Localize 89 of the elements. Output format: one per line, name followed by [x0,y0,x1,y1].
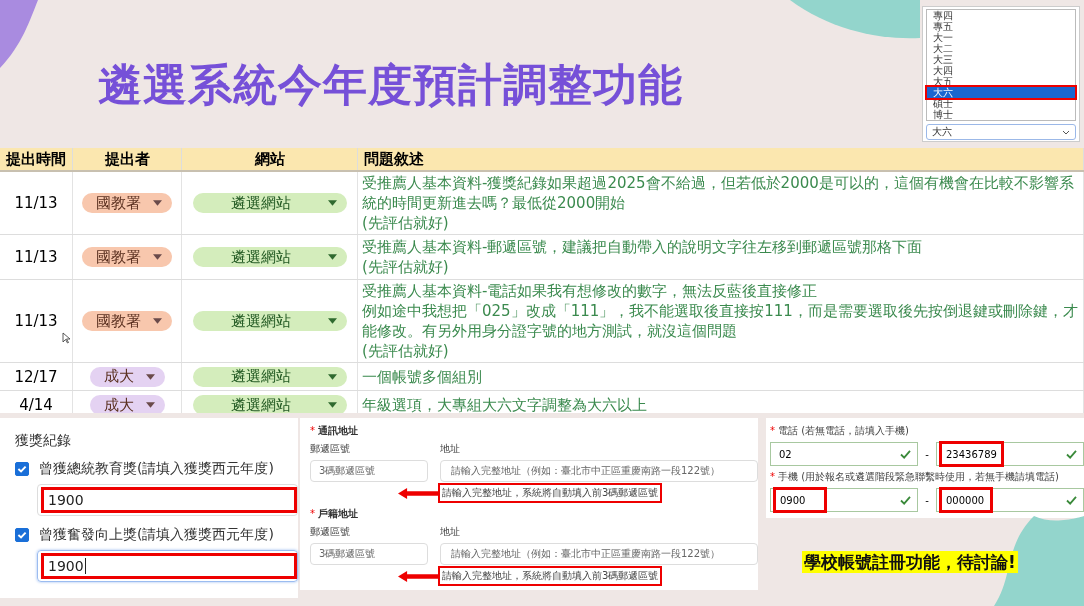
phone-input-field[interactable]: 0900 [770,488,918,512]
cursor-icon [62,332,70,344]
issue-description: 一個帳號多個組別 [362,366,482,387]
issue-description: 年級選項，大專組大六文字調整為大六以上 [362,395,647,413]
submitter-chip[interactable]: 國教署 [82,247,172,267]
arrow-icon [398,570,438,582]
separator: - [924,448,930,460]
checkbox[interactable] [15,528,29,542]
field-label: 電話 (若無電話，請填入手機) [778,425,909,436]
dropdown-option[interactable]: 大六 [927,87,1075,98]
column-header: 提出者 [73,148,182,170]
issue-description: 受推薦人基本資料-郵遞區號，建議把自動帶入的說明文字往左移到郵遞區號那格下面 [362,237,923,257]
submitter-chip[interactable]: 國教署 [82,193,172,213]
dropdown-icon [327,254,337,260]
submitter-chip[interactable]: 成大 [89,395,165,413]
checkbox-label: 曾獲奮發向上獎(請填入獲獎西元年度) [39,526,274,544]
required-mark: * [770,471,775,482]
checkbox[interactable] [15,462,29,476]
phone-input-field[interactable]: 23436789 [936,442,1084,466]
dropdown-icon [327,402,337,408]
dropdown-option[interactable]: 大四 [927,65,1075,76]
check-icon [1066,495,1077,505]
column-header: 提出時間 [0,148,73,170]
phone-input-field[interactable]: 02 [770,442,918,466]
dropdown-icon [145,373,155,380]
address-input-field[interactable]: 請輸入完整地址（例如：臺北市中正區重慶南路一段122號） [440,460,758,482]
field-label: 郵遞區號 [310,442,351,456]
issue-description: 受推薦人基本資料-電話如果我有想修改的數字，無法反藍後直接修正 [362,281,818,301]
chevron-icon [1062,129,1070,135]
field-label: 郵遞區號 [310,525,351,539]
date-cell: 12/17 [14,367,58,386]
check-icon [1066,449,1077,459]
year-input-field[interactable]: 1900 [37,550,298,582]
separator: - [924,494,930,506]
website-chip[interactable]: 遴選網站 [192,366,347,387]
hint-text: 請輸入完整地址，系統將自動填入前3碼郵遞區號 [438,483,663,503]
field-label: 地址 [440,442,460,456]
dropdown-icon [327,318,337,324]
issue-description: 例如途中我想把「025」改成「111」，我不能選取後直接按111，而是需要選取後先按倒退鍵或刪除鍵，才能修改。有另外用身分證字號的地方測試，就沒這個問題 [362,301,1079,341]
issue-description: (先評估就好) [362,213,449,233]
dropdown-option[interactable]: 專四 [927,10,1075,21]
checkbox-label: 曾獲總統教育獎(請填入獲獎西元年度) [39,460,274,478]
required-mark: * [770,425,775,436]
dropdown-icon [153,318,162,324]
date-cell: 11/13 [14,194,58,212]
field-label: 手機 (用於報名或遴選階段緊急聯繫時使用，若無手機請填電話) [778,471,1059,482]
check-icon [900,495,911,505]
website-chip[interactable]: 遴選網站 [192,311,347,331]
hint-text: 請輸入完整地址，系統將自動填入前3碼郵遞區號 [438,566,663,586]
required-mark: * [310,508,315,519]
dropdown-icon [327,373,337,380]
field-label: 地址 [440,525,460,539]
website-chip[interactable]: 遴選網站 [192,395,347,413]
address-input-field[interactable]: 請輸入完整地址（例如：臺北市中正區重慶南路一段122號） [440,543,758,565]
section-heading: 獲獎紀錄 [15,432,72,450]
dropdown-option[interactable]: 專五 [927,21,1075,32]
required-mark: * [310,425,315,436]
dropdown-option[interactable]: 大一 [927,32,1075,43]
check-icon [900,449,911,459]
date-cell: 4/14 [19,396,53,413]
issue-description: (先評估就好) [362,257,449,277]
website-chip[interactable]: 遴選網站 [192,193,347,213]
dropdown-option[interactable]: 大三 [927,54,1075,65]
column-header: 網站 [182,148,358,170]
submitter-chip[interactable]: 成大 [89,366,165,387]
callout-text: 學校帳號註冊功能，待討論! [802,551,1018,573]
submitter-chip[interactable]: 國教署 [82,311,172,331]
dropdown-option[interactable]: 大二 [927,43,1075,54]
decorative-blob [0,0,40,70]
date-cell: 11/13 [14,248,58,266]
section-heading: 通訊地址 [318,425,358,436]
section-heading: 戶籍地址 [318,508,358,519]
slide-title: 遴選系統今年度預計調整功能 [98,58,684,112]
dropdown-option[interactable]: 博士 [927,109,1075,120]
website-chip[interactable]: 遴選網站 [192,247,347,267]
zip-input-field[interactable]: 3碼郵遞區號 [310,460,428,482]
select-field[interactable]: 大六 [926,124,1076,140]
year-input-field[interactable]: 1900 [37,484,298,516]
date-cell: 11/13 [14,312,58,330]
phone-input-field[interactable]: 000000 [936,488,1084,512]
dropdown-icon [153,200,162,206]
dropdown-icon [327,200,337,206]
issue-description: (先評估就好) [362,341,449,361]
issue-description: 受推薦人基本資料-獲獎紀錄如果超過2025會不給過，但若低於2000是可以的，這個有機會在比較不影響系統的時間更新進去嗎？最低從2000開始 [362,173,1075,213]
column-header: 問題敘述 [358,148,1084,170]
dropdown-icon [145,402,155,408]
zip-input-field[interactable]: 3碼郵遞區號 [310,543,428,565]
arrow-icon [398,487,438,499]
dropdown-icon [153,254,162,260]
